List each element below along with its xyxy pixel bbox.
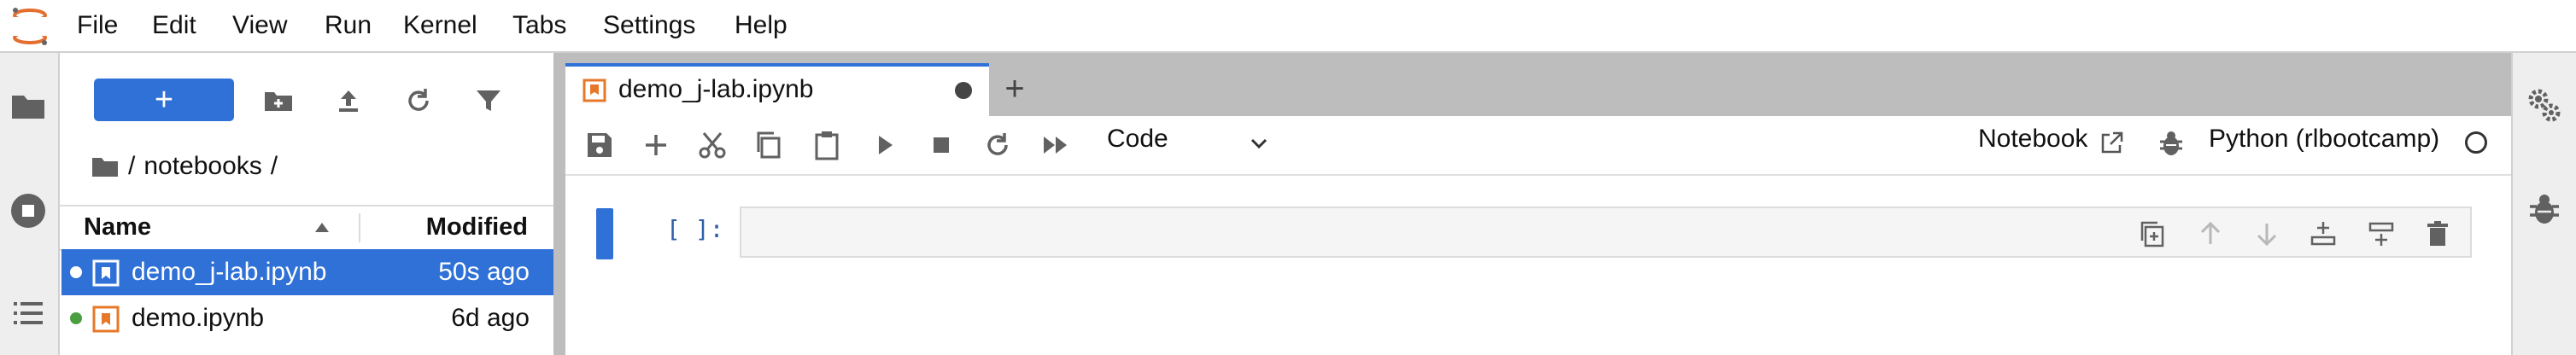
file-modified: 50s ago [438, 258, 530, 286]
external-link-icon[interactable] [2098, 130, 2125, 157]
open-in-notebook-link[interactable]: Notebook [1978, 125, 2087, 154]
tab-demo-j-lab[interactable]: demo_j-lab.ipynb [565, 63, 989, 116]
new-folder-icon[interactable] [261, 84, 296, 118]
cell-collapser[interactable] [596, 208, 613, 259]
running-sessions-icon[interactable] [7, 189, 50, 232]
restart-icon[interactable] [981, 128, 1015, 162]
menu-bar: File Edit View Run Kernel Tabs Settings … [0, 0, 2576, 53]
running-indicator-icon [70, 312, 82, 324]
folder-icon[interactable] [7, 85, 50, 128]
tab-label: demo_j-lab.ipynb [618, 75, 814, 103]
save-icon[interactable] [583, 128, 617, 162]
file-modified: 6d ago [451, 304, 530, 332]
notebook-file-icon [583, 79, 606, 102]
new-launcher-button[interactable]: + [94, 79, 234, 121]
insert-above-icon[interactable] [2308, 218, 2339, 249]
kernel-idle-status-icon [2465, 131, 2487, 154]
filter-icon[interactable] [471, 84, 506, 118]
debugger-icon[interactable] [2156, 128, 2187, 159]
menu-kernel[interactable]: Kernel [403, 9, 477, 43]
menu-file[interactable]: File [77, 9, 118, 43]
column-divider [359, 213, 360, 242]
sort-ascending-icon[interactable] [313, 220, 331, 236]
delete-cell-icon[interactable] [2422, 218, 2453, 249]
file-row[interactable]: demo.ipynb 6d ago [61, 295, 553, 341]
menu-help[interactable]: Help [735, 9, 787, 43]
cell-type-select[interactable]: Code [1107, 125, 1168, 154]
file-row[interactable]: demo_j-lab.ipynb 50s ago [61, 249, 553, 295]
new-tab-button[interactable]: + [992, 65, 1037, 113]
menu-run[interactable]: Run [325, 9, 372, 43]
run-icon[interactable] [868, 128, 902, 162]
running-indicator-icon [70, 266, 82, 278]
copy-icon[interactable] [752, 128, 786, 162]
insert-below-icon[interactable] [2366, 218, 2397, 249]
file-listing-header: Name Modified [60, 205, 553, 251]
breadcrumb-folder[interactable]: notebooks [143, 152, 261, 181]
file-name: demo.ipynb [132, 304, 265, 332]
debugger-bug-icon[interactable] [2525, 189, 2564, 229]
upload-icon[interactable] [331, 84, 366, 118]
new-launcher-label: + [154, 81, 174, 118]
right-activity-bar [2511, 53, 2576, 355]
left-activity-bar [0, 53, 60, 355]
menu-settings[interactable]: Settings [603, 9, 695, 43]
table-of-contents-icon[interactable] [7, 292, 50, 335]
kernel-name[interactable]: Python (rlbootcamp) [2209, 125, 2439, 154]
refresh-icon[interactable] [401, 84, 436, 118]
interrupt-icon[interactable] [924, 128, 958, 162]
file-name: demo_j-lab.ipynb [132, 258, 327, 286]
breadcrumb-end: / [270, 152, 278, 180]
home-folder-icon[interactable] [91, 154, 120, 178]
breadcrumb: / notebooks / [91, 147, 278, 186]
menu-view[interactable]: View [232, 9, 287, 43]
notebook-file-icon [92, 259, 120, 287]
cut-icon[interactable] [695, 128, 729, 162]
move-down-icon[interactable] [2251, 218, 2282, 249]
restart-run-all-icon[interactable] [1039, 128, 1073, 162]
notebook-file-icon [92, 306, 120, 333]
move-up-icon[interactable] [2195, 218, 2226, 249]
jupyter-logo-icon [7, 3, 53, 49]
insert-cell-icon[interactable] [639, 128, 673, 162]
chevron-down-icon[interactable] [1249, 133, 1269, 154]
menu-edit[interactable]: Edit [152, 9, 196, 43]
column-modified-header[interactable]: Modified [426, 213, 528, 242]
menu-tabs[interactable]: Tabs [512, 9, 566, 43]
column-name-header[interactable]: Name [84, 213, 151, 242]
cell-prompt: [ ]: [666, 215, 724, 243]
breadcrumb-root[interactable]: / [128, 152, 135, 181]
paste-icon[interactable] [810, 128, 844, 162]
duplicate-cell-icon[interactable] [2137, 218, 2168, 249]
unsaved-indicator-icon[interactable] [955, 82, 972, 99]
property-inspector-gears-icon[interactable] [2523, 84, 2566, 126]
